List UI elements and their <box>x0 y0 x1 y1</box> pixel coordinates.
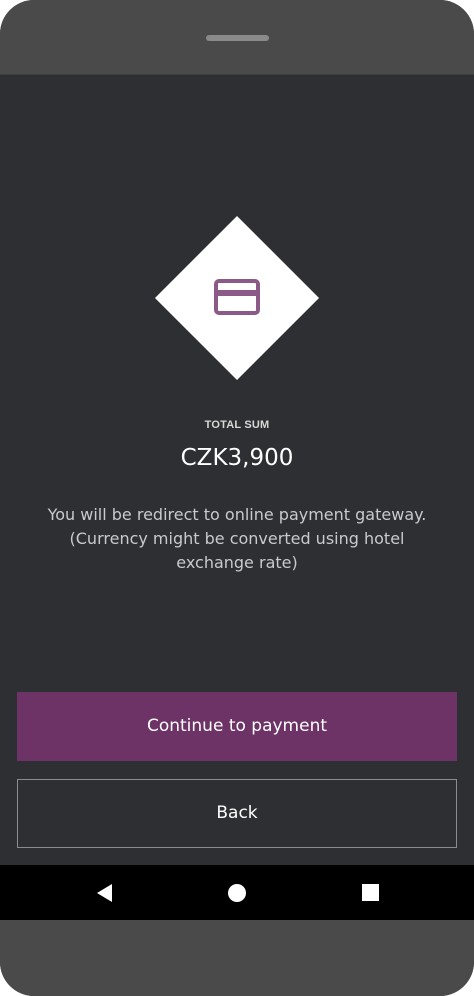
payment-screen: TOTAL SUM CZK3,900 You will be redirect … <box>0 74 474 866</box>
home-circle-icon <box>228 883 246 902</box>
android-nav-bar <box>0 865 474 920</box>
speaker-grille <box>206 35 269 41</box>
bottom-bezel <box>0 920 474 996</box>
redirect-message-line: You will be redirect to online payment g… <box>47 505 427 524</box>
nav-recent-apps-button[interactable] <box>340 865 400 920</box>
redirect-message: You will be redirect to online payment g… <box>40 503 434 575</box>
total-sum-label: TOTAL SUM <box>204 419 270 431</box>
credit-card-icon <box>214 279 260 315</box>
recent-apps-square-icon <box>361 884 379 901</box>
redirect-message-line: exchange rate) <box>176 553 298 572</box>
continue-to-payment-button[interactable]: Continue to payment <box>17 692 457 761</box>
nav-back-button[interactable] <box>74 865 134 920</box>
payment-icon-badge <box>154 215 320 381</box>
device-frame: TOTAL SUM CZK3,900 You will be redirect … <box>0 0 474 996</box>
top-bezel <box>0 0 474 74</box>
redirect-message-line: (Currency might be converted using hotel <box>69 529 405 548</box>
total-amount: CZK3,900 <box>180 445 294 471</box>
back-button[interactable]: Back <box>17 779 457 848</box>
back-triangle-icon <box>96 883 112 902</box>
nav-home-button[interactable] <box>207 865 267 920</box>
